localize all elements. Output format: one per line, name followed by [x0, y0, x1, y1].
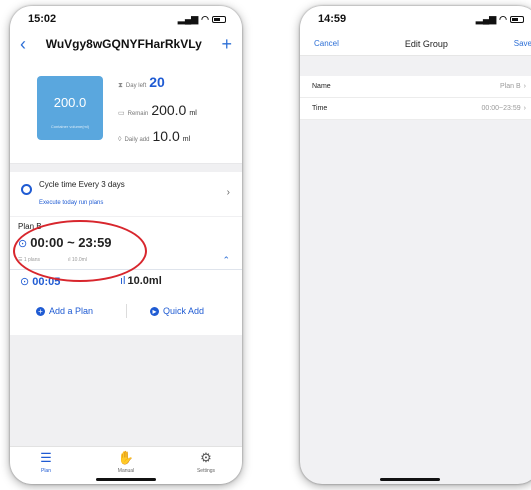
clock-icon: ⊙	[18, 238, 28, 250]
cycle-time-row[interactable]: Cycle time Every 3 days Execute today ru…	[10, 172, 242, 216]
gear-icon: ⚙	[200, 450, 212, 465]
chevron-right-icon: ›	[523, 105, 526, 112]
cycle-time-label: Cycle time Every 3 days	[39, 180, 125, 189]
daily-add-label: Daily add	[124, 137, 150, 143]
quick-add-button[interactable]: ▸ Quick Add	[150, 306, 204, 316]
remain-stat: ▭ Remain 200.0 ml	[118, 102, 197, 118]
device-title: WuVgy8wGQNYFHarRkVLy	[45, 37, 202, 51]
plans-count: ☰ 1 plans	[18, 257, 40, 263]
add-plan-label: Add a Plan	[49, 306, 94, 316]
container-volume-value: 200.0	[53, 95, 87, 110]
bar-chart-icon: ıl	[120, 275, 126, 287]
status-time: 14:59	[318, 13, 347, 25]
remain-label: Remain	[127, 111, 149, 117]
day-left-label: Day left	[125, 83, 147, 89]
time-value: 00:00~23:59 ›	[482, 105, 526, 112]
save-button[interactable]: Save	[514, 39, 531, 48]
day-left-stat: ⧗ Day left 20	[118, 74, 165, 90]
tab-plan-label: Plan	[40, 468, 51, 474]
cycle-clock-icon	[21, 184, 32, 195]
wifi-icon: ◠	[201, 13, 209, 24]
name-row[interactable]: Name Plan B ›	[300, 76, 531, 98]
tab-manual[interactable]: ✋ Manual	[106, 450, 146, 474]
signal-icon: ▂▄▆	[177, 13, 199, 24]
battery-icon	[510, 15, 524, 23]
nav-bar: Cancel Edit Group Save	[300, 32, 531, 56]
plan-name: Plan B	[18, 222, 42, 231]
home-indicator	[380, 478, 440, 481]
remain-value: 200.0	[151, 102, 187, 118]
tab-settings-label: Settings	[196, 468, 216, 474]
daily-add-unit: ml	[182, 136, 191, 143]
plan-amount-text: 10.0ml	[71, 257, 87, 263]
time-label: Time	[312, 105, 328, 112]
edit-group-screen: 14:59 ▂▄▆ ◠ Cancel Edit Group Save Name …	[300, 6, 531, 484]
plans-count-text: 1 plans	[23, 257, 40, 263]
tab-settings[interactable]: ⚙ Settings	[186, 450, 226, 474]
add-plan-button[interactable]: + Add a Plan	[36, 306, 93, 316]
plus-icon[interactable]: +	[221, 35, 232, 53]
time-value-text: 00:00~23:59	[481, 105, 521, 112]
battery-icon	[212, 15, 226, 23]
plan-amount: ıl 10.0ml	[68, 257, 87, 263]
chevron-right-icon: ›	[523, 83, 526, 90]
tab-plan[interactable]: ☰ Plan	[26, 450, 66, 474]
quick-add-label: Quick Add	[163, 306, 205, 316]
entry-amount-text: 10.0ml	[127, 275, 162, 287]
cycle-subtitle: Execute today run plans	[39, 200, 104, 206]
droplet-icon: ◊	[118, 136, 122, 143]
plus-circle-icon: ▸	[150, 306, 159, 316]
daily-add-stat: ◊ Daily add 10.0 ml	[118, 128, 190, 144]
tab-manual-label: Manual	[117, 468, 135, 474]
container-volume-box: 200.0 Container volume(ml)	[37, 76, 103, 140]
time-row[interactable]: Time 00:00~23:59 ›	[300, 98, 531, 120]
plan-screen: 15:02 ▂▄▆ ◠ ‹ WuVgy8wGQNYFHarRkVLy + 200…	[10, 6, 242, 484]
list-icon: ☰	[40, 450, 52, 465]
name-label: Name	[312, 83, 331, 90]
status-icons: ▂▄▆ ◠	[178, 14, 226, 25]
container-volume-label: Container volume(ml)	[50, 124, 90, 129]
entry-amount[interactable]: ıl 10.0ml	[120, 275, 162, 287]
page-title: Edit Group	[404, 38, 448, 49]
clock-icon: ⊙	[20, 276, 30, 288]
signal-icon: ▂▄▆	[475, 13, 497, 24]
chevron-right-icon: ›	[226, 187, 230, 198]
chevron-left-icon[interactable]: ‹	[20, 35, 26, 53]
plan-entry-card: ⊙ 00:05 ıl 10.0ml + Add a Plan ▸ Quick Add	[10, 269, 242, 335]
hourglass-icon: ⧗	[118, 82, 123, 89]
status-icons: ▂▄▆ ◠	[476, 14, 524, 25]
plan-card[interactable]: Plan B ⊙ 00:00 ~ 23:59 ☰ 1 plans ıl 10.0m…	[10, 217, 242, 269]
status-bar: 15:02 ▂▄▆ ◠	[10, 6, 242, 32]
wifi-icon: ◠	[499, 13, 507, 24]
status-time: 15:02	[28, 13, 57, 25]
entry-time[interactable]: ⊙ 00:05	[20, 275, 60, 288]
device-card: 200.0 Container volume(ml) ⧗ Day left 20…	[10, 56, 242, 164]
edit-group-form: Name Plan B › Time 00:00~23:59 ›	[300, 76, 531, 120]
remain-unit: ml	[189, 110, 197, 117]
home-indicator	[96, 478, 156, 481]
level-icon: ▭	[118, 110, 125, 117]
day-left-value: 20	[149, 74, 165, 90]
entry-time-text: 00:05	[32, 276, 61, 288]
hand-icon: ✋	[117, 450, 135, 465]
nav-bar: ‹ WuVgy8wGQNYFHarRkVLy +	[10, 32, 242, 56]
status-bar: 14:59 ▂▄▆ ◠	[300, 6, 531, 32]
plan-time-range-text: 00:00 ~ 23:59	[30, 235, 112, 250]
tab-bar: ☰ Plan ✋ Manual ⚙ Settings	[10, 446, 242, 484]
plan-time-range: ⊙ 00:00 ~ 23:59	[18, 235, 112, 250]
divider	[126, 304, 127, 318]
chevron-up-icon[interactable]: ⌃	[222, 255, 230, 266]
cancel-button[interactable]: Cancel	[314, 39, 339, 48]
daily-add-value: 10.0	[152, 128, 180, 144]
name-value-text: Plan B	[500, 83, 521, 90]
plus-circle-icon: +	[36, 306, 45, 316]
name-value: Plan B ›	[500, 83, 526, 90]
